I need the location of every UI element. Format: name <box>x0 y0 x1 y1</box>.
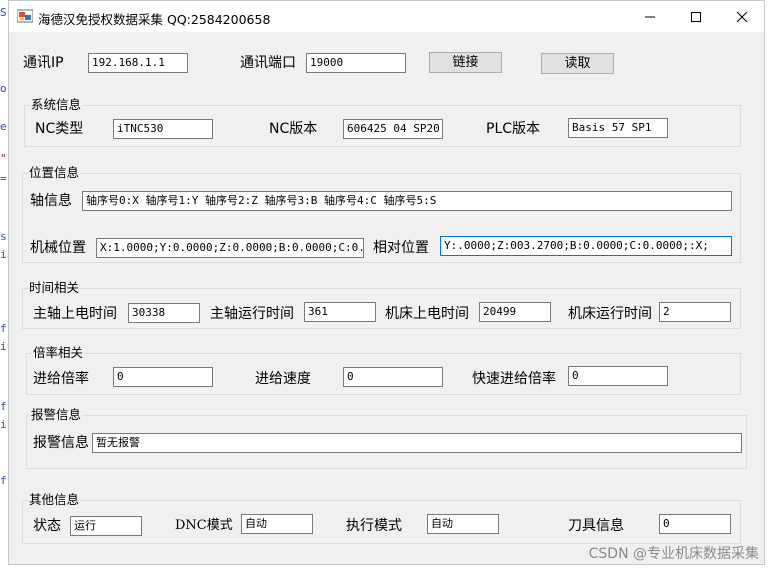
machine-position-field[interactable]: X:1.0000;Y:0.0000;Z:0.0000;B:0.0000;C:0.… <box>96 238 364 258</box>
other-info-title: 其他信息 <box>28 492 81 508</box>
minimize-icon <box>645 16 655 17</box>
relative-position-label: 相对位置 <box>373 240 429 256</box>
rapid-rate-field[interactable]: 0 <box>568 366 668 386</box>
spindle-power-field[interactable]: 30338 <box>128 303 200 323</box>
feed-speed-field[interactable]: 0 <box>343 367 443 387</box>
code-fragment: = <box>0 172 7 185</box>
maximize-icon <box>691 11 701 22</box>
machine-power-label: 机床上电时间 <box>385 306 469 322</box>
axis-info-label: 轴信息 <box>30 193 72 209</box>
machine-run-field[interactable]: 2 <box>659 302 731 322</box>
code-fragment: o <box>0 82 7 95</box>
code-fragment: s <box>0 230 7 243</box>
feed-rate-field[interactable]: 0 <box>113 367 213 387</box>
ip-input[interactable]: 192.168.1.1 <box>88 53 188 73</box>
relative-position-field[interactable]: Y:.0000;Z:003.2700;B:0.0000;C:0.0000;:X; <box>440 236 732 256</box>
code-fragment: f <box>0 474 7 487</box>
app-window: 海德汉免授权数据采集 QQ:2584200658 通讯IP 192.168.1.… <box>8 0 765 565</box>
alarm-field[interactable]: 暂无报警 <box>92 433 742 453</box>
maximize-button[interactable] <box>673 1 719 32</box>
rate-title: 倍率相关 <box>32 345 85 361</box>
background-code-editor: S o er " = s is f i f i f <box>0 0 13 573</box>
feed-speed-label: 进给速度 <box>255 371 311 387</box>
window-title: 海德汉免授权数据采集 QQ:2584200658 <box>38 12 271 27</box>
connect-button[interactable]: 链接 <box>429 52 502 73</box>
ip-label: 通讯IP <box>23 55 64 71</box>
plc-version-field[interactable]: Basis 57 SP1 <box>568 118 668 138</box>
port-input[interactable]: 19000 <box>306 53 406 73</box>
title-bar[interactable]: 海德汉免授权数据采集 QQ:2584200658 <box>9 1 764 32</box>
port-label: 通讯端口 <box>240 55 296 71</box>
tool-info-label: 刀具信息 <box>568 518 624 534</box>
minimize-button[interactable] <box>627 1 673 32</box>
spindle-run-field[interactable]: 361 <box>304 302 376 322</box>
read-button[interactable]: 读取 <box>541 53 614 74</box>
close-icon <box>736 11 748 22</box>
axis-info-field[interactable]: 轴序号0:X 轴序号1:Y 轴序号2:Z 轴序号3:B 轴序号4:C 轴序号5:… <box>82 191 732 211</box>
spindle-power-label: 主轴上电时间 <box>33 306 117 322</box>
machine-position-label: 机械位置 <box>30 240 86 256</box>
dnc-mode-label: DNC模式 <box>175 518 233 533</box>
alarm-label: 报警信息 <box>33 435 89 451</box>
csdn-watermark: CSDN @专业机床数据采集 <box>588 546 759 562</box>
tool-info-field[interactable]: 0 <box>659 514 731 534</box>
rapid-rate-label: 快速进给倍率 <box>472 371 556 387</box>
spindle-run-label: 主轴运行时间 <box>210 306 294 322</box>
app-icon <box>17 9 33 23</box>
status-label: 状态 <box>33 518 61 534</box>
dnc-mode-field[interactable]: 自动 <box>241 514 313 534</box>
nc-type-field[interactable]: iTNC530 <box>113 119 213 139</box>
nc-type-label: NC类型 <box>35 121 84 137</box>
nc-version-field[interactable]: 606425 04 SP20 <box>343 119 443 139</box>
plc-version-label: PLC版本 <box>486 121 541 137</box>
code-fragment: " <box>0 152 7 165</box>
nc-version-label: NC版本 <box>269 121 318 137</box>
exec-mode-field[interactable]: 自动 <box>427 514 499 534</box>
exec-mode-label: 执行模式 <box>346 518 402 534</box>
feed-rate-label: 进给倍率 <box>33 371 89 387</box>
time-title: 时间相关 <box>28 280 81 296</box>
code-fragment: f <box>0 400 7 413</box>
close-button[interactable] <box>719 1 764 32</box>
alarm-title: 报警信息 <box>30 407 83 423</box>
code-fragment: i <box>0 340 7 353</box>
code-fragment: S <box>0 6 7 19</box>
system-info-title: 系统信息 <box>30 97 83 113</box>
status-field[interactable]: 运行 <box>70 516 142 536</box>
code-fragment: i <box>0 418 7 431</box>
machine-power-field[interactable]: 20499 <box>479 302 551 322</box>
code-fragment: f <box>0 322 7 335</box>
machine-run-label: 机床运行时间 <box>568 306 652 322</box>
position-info-title: 位置信息 <box>28 165 81 181</box>
